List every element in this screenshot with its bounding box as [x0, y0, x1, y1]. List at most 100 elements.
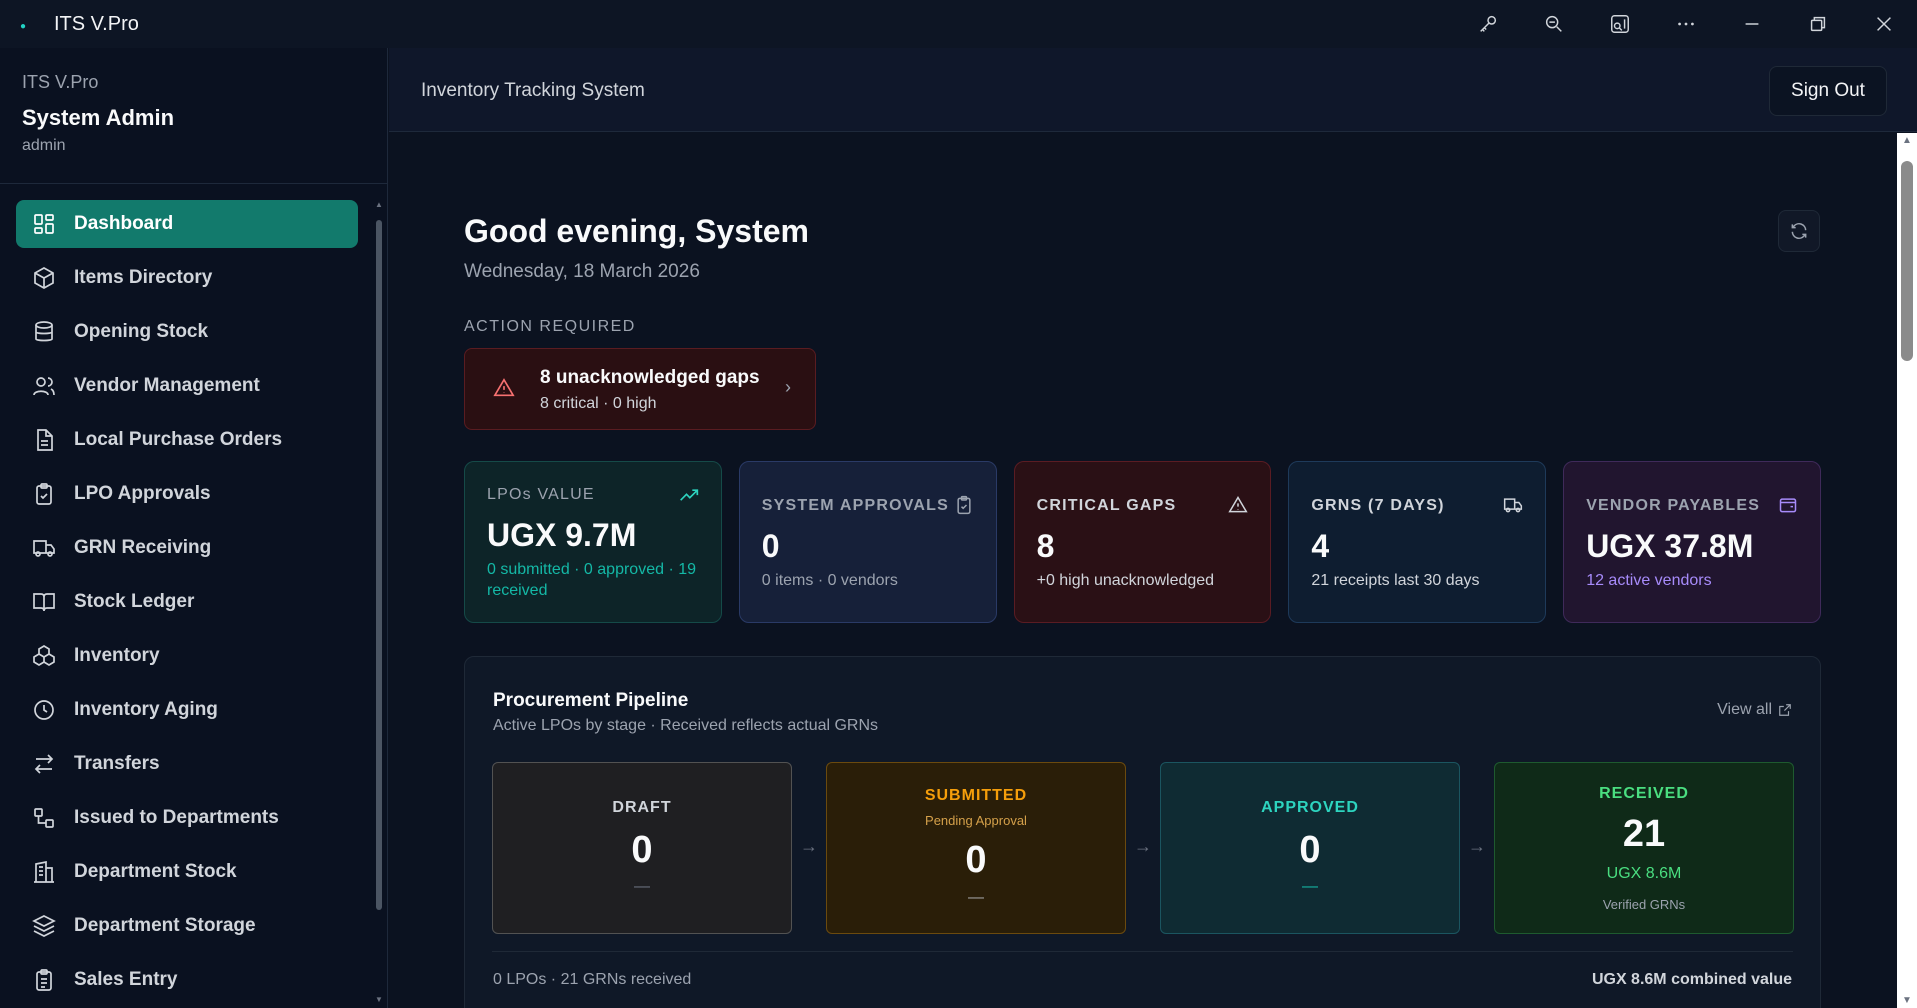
sidebar-item-grn-receiving[interactable]: GRN Receiving — [16, 524, 358, 572]
stat-label: LPOs VALUE — [487, 486, 595, 503]
user-name: System Admin — [22, 105, 175, 130]
truck-icon — [33, 540, 55, 557]
stat-card-system-approvals[interactable]: SYSTEM APPROVALS 0 0 items · 0 vendors — [738, 461, 997, 623]
sidebar-item-label: Inventory Aging — [74, 699, 218, 720]
window-actions — [1455, 0, 1917, 48]
sidebar-item-issued-to-departments[interactable]: Issued to Departments — [16, 794, 358, 842]
stage-name: SUBMITTED — [924, 787, 1028, 804]
sidebar-item-department-stock[interactable]: Department Stock — [16, 848, 358, 896]
transfer-icon — [34, 754, 54, 774]
system-name: Inventory Tracking System — [421, 80, 645, 101]
stat-label: CRITICAL GAPS — [1036, 497, 1177, 514]
close-icon[interactable] — [1851, 0, 1917, 48]
database-icon — [35, 321, 53, 342]
sidebar-item-inventory-aging[interactable]: Inventory Aging — [16, 686, 358, 734]
sidebar-item-label: GRN Receiving — [74, 537, 212, 558]
sidebar-item-sales-entry[interactable]: Sales Entry — [16, 956, 358, 1004]
pipeline-title: Procurement Pipeline — [493, 690, 689, 711]
clipboard-list-icon — [36, 969, 52, 991]
sidebar-nav: Dashboard Items Directory Opening Stock … — [16, 200, 358, 1008]
stage-foot-note: Verified GRNs — [1602, 897, 1686, 912]
sign-out-button[interactable]: Sign Out — [1769, 66, 1887, 116]
pipeline-summary: 0 LPOs · 21 GRNs received — [493, 971, 692, 988]
stage-name: RECEIVED — [1599, 785, 1689, 802]
sidebar-item-label: Transfers — [74, 753, 160, 774]
stage-subtitle: Pending Approval — [925, 813, 1027, 828]
main-scrollbar[interactable]: ▲ ▼ — [1897, 133, 1917, 1008]
stage-value: 0 — [1299, 829, 1321, 871]
stat-note: +0 high unacknowledged — [1036, 572, 1215, 589]
sidebar-item-local-purchase-orders[interactable]: Local Purchase Orders — [16, 416, 358, 464]
trending-up-icon — [679, 489, 698, 501]
sidebar-item-label: Items Directory — [74, 267, 213, 288]
more-icon[interactable] — [1653, 0, 1719, 48]
scroll-down-icon[interactable]: ▼ — [1902, 995, 1912, 1006]
stat-card-grns-7-days[interactable]: GRNS (7 DAYS) 4 21 receipts last 30 days — [1288, 461, 1547, 623]
stage-value: 0 — [965, 839, 987, 881]
building-icon — [34, 860, 54, 883]
stage-approved[interactable]: APPROVED 0 — — [1160, 762, 1460, 934]
stage-foot: — — [1302, 878, 1318, 895]
procurement-pipeline: Procurement Pipeline Active LPOs by stag… — [464, 656, 1821, 1008]
arrow-right-icon: → — [1468, 836, 1486, 856]
stage-value: 0 — [631, 829, 653, 871]
external-link-icon — [1779, 704, 1791, 716]
sidebar-item-label: Stock Ledger — [74, 591, 195, 612]
cast-icon[interactable] — [1587, 0, 1653, 48]
sidebar-item-label: Opening Stock — [74, 321, 209, 342]
sidebar-item-opening-stock[interactable]: Opening Stock — [16, 308, 358, 356]
stage-foot: — — [634, 878, 650, 895]
scroll-up-icon[interactable]: ▲ — [1902, 135, 1912, 146]
user-role: admin — [22, 137, 66, 154]
stat-card-critical-gaps[interactable]: CRITICAL GAPS 8 +0 high unacknowledged — [1013, 461, 1272, 623]
scroll-down-icon[interactable]: ▼ — [375, 995, 383, 1004]
view-all-link[interactable]: View all — [1717, 701, 1792, 719]
stage-received[interactable]: RECEIVED 21 UGX 8.6M Verified GRNs — [1494, 762, 1794, 934]
scroll-up-icon[interactable]: ▲ — [375, 200, 383, 209]
current-date: Wednesday, 18 March 2026 — [464, 261, 700, 282]
action-required-label: ACTION REQUIRED — [464, 318, 636, 335]
zoom-out-icon[interactable] — [1521, 0, 1587, 48]
sidebar: ITS V.Pro System Admin admin Dashboard I… — [0, 48, 388, 1008]
sidebar-item-transfers[interactable]: Transfers — [16, 740, 358, 788]
minimize-icon[interactable] — [1719, 0, 1785, 48]
stat-label: SYSTEM APPROVALS — [761, 497, 950, 514]
users-icon — [33, 377, 55, 396]
stage-submitted[interactable]: SUBMITTED Pending Approval 0 — — [826, 762, 1126, 934]
stat-card-vendor-payables[interactable]: VENDOR PAYABLES UGX 37.8M 12 active vend… — [1563, 461, 1821, 623]
stage-foot: UGX 8.6M — [1606, 865, 1682, 882]
title-bar: ● ITS V.Pro — [0, 0, 1917, 48]
gaps-alert[interactable]: 8 unacknowledged gaps 8 critical · 0 hig… — [464, 348, 816, 430]
key-icon[interactable] — [1455, 0, 1521, 48]
sidebar-item-items-directory[interactable]: Items Directory — [16, 254, 358, 302]
sidebar-item-lpo-approvals[interactable]: LPO Approvals — [16, 470, 358, 518]
sidebar-item-vendor-management[interactable]: Vendor Management — [16, 362, 358, 410]
truck-icon — [1504, 498, 1523, 513]
stat-note: 21 receipts last 30 days — [1311, 572, 1480, 589]
arrow-right-icon: → — [1134, 836, 1152, 856]
pipeline-subtitle: Active LPOs by stage · Received reflects… — [493, 717, 879, 734]
main-scroll-thumb[interactable] — [1901, 161, 1913, 361]
sidebar-item-stock-ledger[interactable]: Stock Ledger — [16, 578, 358, 626]
stat-value: UGX 37.8M — [1586, 528, 1754, 564]
stat-card-lpos-value[interactable]: LPOs VALUE UGX 9.7M 0 submitted · 0 appr… — [464, 461, 722, 623]
book-icon — [33, 593, 55, 612]
sidebar-item-dashboard[interactable]: Dashboard — [16, 200, 358, 248]
stage-draft[interactable]: DRAFT 0 — — [492, 762, 792, 934]
alert-title: 8 unacknowledged gaps — [540, 367, 760, 388]
alert-subtitle: 8 critical · 0 high — [540, 395, 657, 412]
stat-value: 8 — [1036, 528, 1055, 564]
arrow-right-icon: → — [800, 836, 818, 856]
pipeline-divider — [492, 951, 1793, 952]
sidebar-scrollbar[interactable]: ▲ ▼ — [374, 200, 384, 1004]
stat-value: UGX 9.7M — [487, 517, 637, 553]
stage-name: DRAFT — [612, 799, 672, 816]
sidebar-item-department-storage[interactable]: Department Storage — [16, 902, 358, 950]
sidebar-item-inventory[interactable]: Inventory — [16, 632, 358, 680]
refresh-button[interactable] — [1778, 210, 1820, 252]
stage-value: 21 — [1622, 813, 1666, 855]
sidebar-scroll-thumb[interactable] — [376, 220, 382, 910]
boxes-icon — [33, 645, 55, 666]
wallet-icon — [1779, 498, 1797, 513]
restore-icon[interactable] — [1785, 0, 1851, 48]
